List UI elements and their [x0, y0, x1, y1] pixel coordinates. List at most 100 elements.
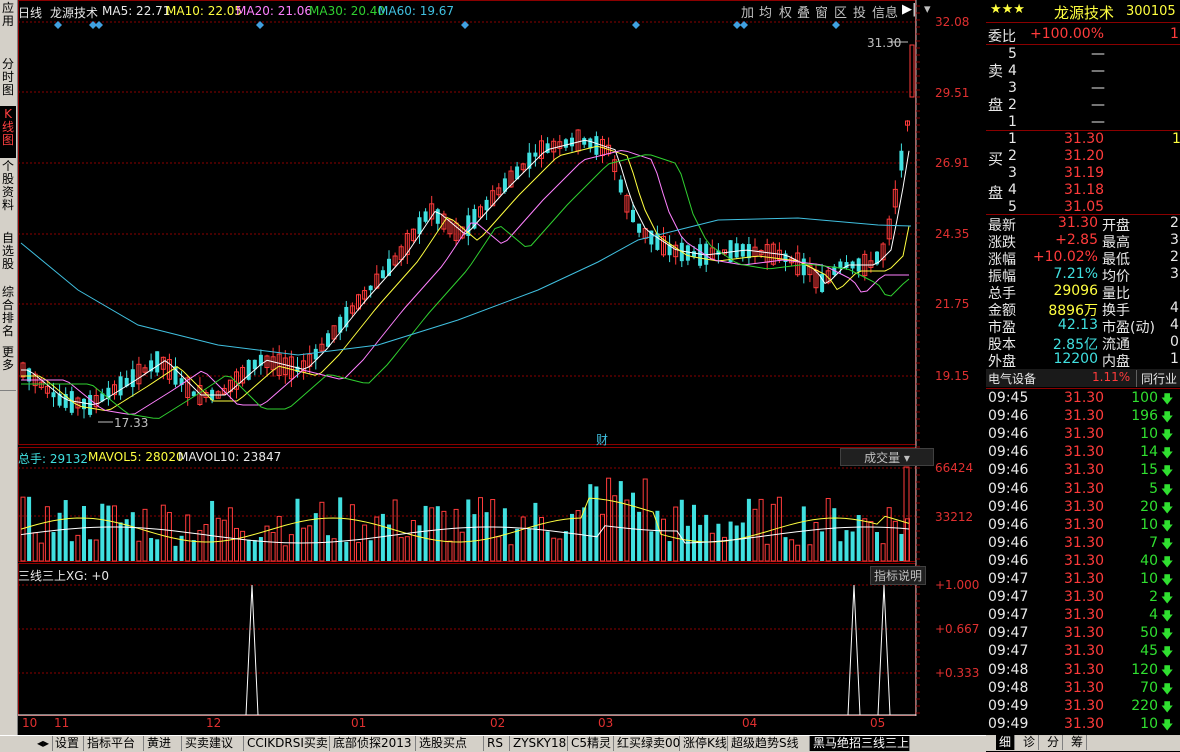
volume-bar: [185, 514, 191, 562]
candle-body: [618, 179, 623, 193]
volume-bar: [288, 534, 294, 562]
month-tick: 10: [22, 716, 38, 730]
left-tab[interactable]: 自选股: [0, 230, 16, 286]
left-tab[interactable]: 个股资料: [0, 158, 16, 232]
tick-volume: 120: [1131, 661, 1158, 678]
indicator-tab[interactable]: CCIKDRSI买卖: [244, 736, 330, 751]
volume-bar: [746, 498, 751, 561]
indicator-tab[interactable]: 选股买点: [416, 736, 484, 751]
volume-bar: [515, 528, 520, 561]
toolbar-button[interactable]: 加: [741, 2, 754, 21]
toolbar-button[interactable]: 信息: [872, 2, 898, 21]
indicator-tab[interactable]: C5精灵: [568, 736, 614, 751]
volume-bar: [856, 515, 861, 561]
arrow-down-icon: 🡇: [1161, 717, 1174, 732]
high-price-annotation: 31.30: [867, 36, 902, 50]
volume-bar: [776, 496, 782, 562]
volume-bar: [875, 532, 879, 561]
volume-bar: [130, 512, 135, 561]
toolbar-button[interactable]: 区: [834, 2, 847, 21]
left-tab[interactable]: K线图: [0, 106, 16, 160]
indicator-tab[interactable]: 涨停K线: [680, 736, 728, 751]
volume-bar: [349, 504, 355, 562]
price-axis-tick: 19.15: [935, 369, 970, 383]
buy-price: 31.05: [1064, 199, 1105, 215]
left-tab[interactable]: 更多: [0, 344, 16, 391]
left-tab[interactable]: 综合排名: [0, 284, 16, 346]
sell-level: 2: [1008, 97, 1017, 113]
left-tab[interactable]: 分时图: [0, 56, 16, 108]
stat-value: 3: [1170, 266, 1179, 282]
indicator-tab[interactable]: 买卖建议: [182, 736, 244, 751]
volume-bar: [880, 543, 886, 562]
tick-price: 31.30: [1064, 390, 1105, 406]
tick-price: 31.30: [1064, 661, 1105, 678]
tick-time: 09:45: [988, 390, 1029, 406]
stat-value: 7.21%: [1053, 266, 1098, 282]
export-icon[interactable]: ▶|: [902, 2, 916, 17]
volume-bar: [301, 527, 307, 562]
tick-volume: 45: [1140, 643, 1158, 660]
sell-price: —: [1091, 63, 1105, 79]
volume-bar: [563, 531, 568, 561]
quote-bottom-tab[interactable]: 筹: [1068, 735, 1088, 750]
volume-bar: [832, 508, 837, 561]
indicator-tab[interactable]: 超级趋势S线: [728, 736, 810, 751]
candle-body: [313, 348, 318, 360]
chevron-down-icon[interactable]: ▾: [924, 2, 931, 17]
toolbar-button[interactable]: 权: [779, 2, 792, 21]
month-tick: 05: [870, 716, 886, 730]
tick-time: 09:46: [988, 408, 1029, 425]
stock-name-label: 龙源技术: [50, 6, 99, 20]
tick-price: 31.30: [1064, 444, 1105, 461]
volume-bar: [51, 532, 56, 561]
stat-label: 外盘: [988, 354, 1016, 370]
divider: [986, 44, 1180, 45]
volume-bar: [252, 540, 257, 561]
indicator-tab[interactable]: 底部侦探2013: [330, 736, 416, 751]
stat-value: +10.02%: [1032, 249, 1098, 265]
tab-scroll-arrows-icon[interactable]: ◂▸: [34, 736, 54, 751]
tick-time: 09:48: [988, 679, 1029, 696]
chart-area[interactable]: 日线 龙源技术 MA5: 22.71 MA10: 22.05 MA20: 21.…: [18, 0, 984, 735]
toolbar-button[interactable]: 窗: [815, 2, 828, 21]
volume-bar: [508, 544, 514, 562]
quote-bottom-tab[interactable]: 分: [1044, 735, 1064, 750]
volume-bar: [758, 498, 764, 562]
period-label[interactable]: 日线: [18, 4, 42, 21]
indicator-tab[interactable]: 设置: [52, 736, 84, 751]
indicator-tab[interactable]: RS: [484, 736, 510, 751]
industry-label: 电气设备: [988, 372, 1037, 386]
candle-body: [533, 152, 538, 157]
quote-panel: ★★★ 龙源技术 300105 委比 +100.00% 1 卖盘 5—4—3—2—1— 买盘 1 3…: [986, 0, 1180, 751]
rating-stars-icon: ★★★: [990, 2, 1025, 17]
indicator-tab[interactable]: 黑马绝招三线三上: [810, 736, 910, 751]
toolbar-button[interactable]: 投: [853, 2, 866, 21]
toolbar-button[interactable]: 均: [759, 2, 772, 21]
tick-price: 31.30: [1064, 408, 1105, 425]
volume-bar: [356, 542, 361, 562]
indicator-tab[interactable]: 指标平台: [84, 736, 144, 751]
candle-body: [594, 136, 599, 155]
industry-peers-button[interactable]: 同行业: [1136, 370, 1177, 387]
indicator-help-button[interactable]: 指标说明: [870, 566, 927, 585]
toolbar-button[interactable]: 叠: [797, 2, 810, 21]
volume-bar: [490, 499, 496, 562]
volume-bar: [453, 508, 459, 562]
left-tab[interactable]: 应用: [0, 0, 16, 58]
quote-bottom-tab[interactable]: 诊: [1020, 735, 1040, 750]
volume-indicator-dropdown[interactable]: 成交量 ▾: [840, 448, 934, 466]
quote-bottom-tab[interactable]: 细: [996, 735, 1016, 750]
indicator-tab[interactable]: ZYSKY18: [510, 736, 568, 751]
kline-chart-svg[interactable]: [18, 0, 984, 735]
volume-bar: [197, 529, 203, 562]
financial-marker[interactable]: 财: [596, 431, 608, 448]
volume-bar: [709, 532, 715, 562]
indicator-tab[interactable]: 红买绿卖00: [614, 736, 680, 751]
candle-body: [417, 217, 422, 235]
volume-bar: [892, 520, 898, 562]
tick-volume: 2: [1149, 589, 1158, 606]
indicator-tab[interactable]: 黄进: [144, 736, 182, 751]
volume-bar: [557, 538, 563, 562]
candle-body: [685, 245, 690, 261]
